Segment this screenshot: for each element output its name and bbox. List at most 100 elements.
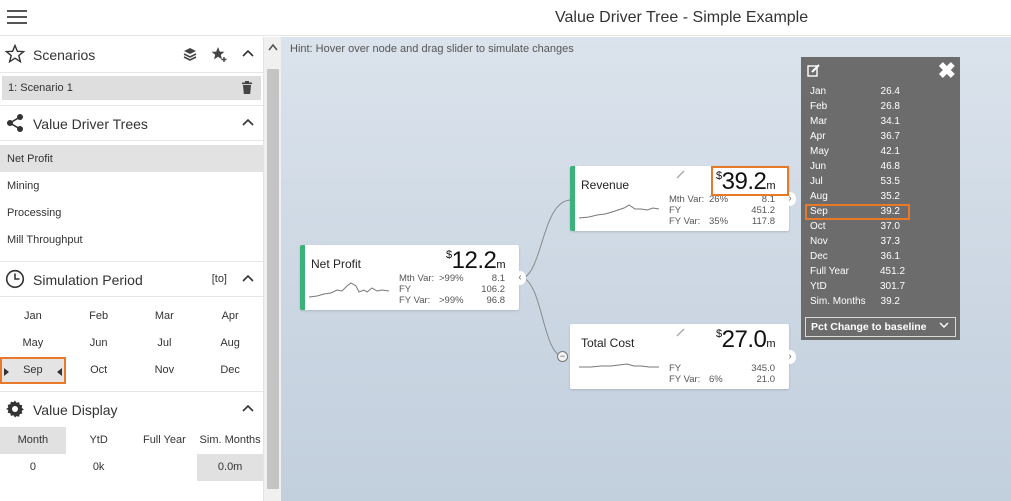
value-display-title: Value Display — [33, 402, 118, 418]
chevron-down-icon — [939, 322, 949, 328]
tree-item-net-profit[interactable]: Net Profit — [0, 145, 263, 172]
month-may[interactable]: May — [0, 330, 66, 357]
tree-item-processing[interactable]: Processing — [0, 199, 263, 226]
copy-scenarios-icon[interactable] — [181, 45, 199, 63]
collapse-trees-icon[interactable] — [241, 115, 255, 129]
star-icon — [5, 44, 25, 64]
month-aug[interactable]: Aug — [197, 330, 263, 357]
popup-row: Feb 26.8 — [810, 101, 900, 112]
popup-row: Dec 36.1 — [810, 251, 900, 262]
chevron-left-icon[interactable]: ‹ — [514, 271, 526, 285]
month-feb[interactable]: Feb — [66, 303, 132, 330]
value-display-full-year[interactable]: Full Year — [132, 427, 198, 454]
value-driver-trees-title: Value Driver Trees — [33, 116, 148, 132]
simulation-period-header: Simulation Period [to] — [0, 261, 263, 297]
stat-row: Mth Var: >99% 8.1 — [399, 273, 505, 284]
popup-row: May 42.1 — [810, 146, 900, 157]
menu-icon[interactable] — [7, 10, 27, 26]
chevron-right-icon[interactable]: › — [784, 350, 796, 364]
monthly-values-popup: ✖ Jan 26.4 Feb 26.8 Mar 34.1 Apr 36.7 May 42.… — [801, 57, 960, 340]
sparkline — [579, 363, 659, 368]
sidebar: Scenarios 1: Scenario 1 Value Driver Tre… — [0, 37, 263, 501]
simulation-period-title: Simulation Period — [33, 272, 143, 288]
scenario-label: 1: Scenario 1 — [8, 82, 73, 94]
close-icon[interactable]: ✖ — [938, 59, 956, 83]
edit-pencil-icon[interactable] — [676, 327, 686, 337]
scenario-item[interactable]: 1: Scenario 1 — [2, 76, 261, 100]
node-revenue[interactable]: Revenue $39.2m Mth Var: 26% 8.1 FY 451.2 FY… — [570, 166, 796, 231]
value-driver-trees-header: Value Driver Trees — [0, 105, 263, 141]
value-display-header: Value Display — [0, 391, 263, 427]
stat-row: FY 106.2 — [399, 284, 505, 295]
month-nov[interactable]: Nov — [132, 357, 198, 384]
sidebar-scrollbar[interactable] — [263, 37, 281, 501]
scroll-up-icon[interactable] — [268, 43, 278, 51]
node-accent-bar — [570, 324, 575, 389]
stat-row: Mth Var: 26% 8.1 — [669, 194, 775, 205]
node-title: Total Cost — [581, 336, 635, 350]
stat-row: FY 345.0 — [669, 363, 775, 374]
range-start-handle[interactable] — [4, 368, 9, 376]
sparkline — [579, 204, 659, 219]
app-header: Value Driver Tree - Simple Example — [0, 0, 1011, 36]
tree-item-mining[interactable]: Mining — [0, 172, 263, 199]
value-display-month-value: 0 — [29, 461, 36, 473]
month-jul[interactable]: Jul — [132, 330, 198, 357]
stat-row: FY Var: 35% 117.8 — [669, 216, 775, 227]
popup-row: Jul 53.5 — [810, 176, 900, 187]
popup-row: YtD 301.7 — [810, 281, 906, 292]
node-total-cost[interactable]: Total Cost $27.0m FY 345.0 FY Var: 6% 21.0 … — [570, 324, 796, 389]
value-display-ytd-value: 0k — [92, 461, 105, 473]
node-accent-bar — [570, 166, 575, 231]
popup-row: Jan 26.4 — [810, 86, 900, 97]
month-dec[interactable]: Dec — [197, 357, 263, 384]
popup-row: Apr 36.7 — [810, 131, 900, 142]
month-sep-label: Sep — [23, 364, 43, 376]
month-apr[interactable]: Apr — [197, 303, 263, 330]
tree-canvas[interactable]: Hint: Hover over node and drag slider to… — [281, 37, 1011, 501]
collapse-node-icon[interactable]: − — [557, 351, 568, 362]
node-value: $12.2m — [446, 247, 506, 274]
range-end-handle[interactable] — [56, 368, 62, 376]
scenarios-title: Scenarios — [33, 47, 96, 63]
popup-row: Oct 37.0 — [810, 221, 900, 232]
share-icon — [7, 114, 23, 132]
popup-row: Full Year 451.2 — [810, 266, 906, 277]
collapse-period-icon[interactable] — [241, 271, 255, 285]
month-jun[interactable]: Jun — [66, 330, 132, 357]
sparkline — [309, 282, 389, 298]
popup-row: Jun 46.8 — [810, 161, 900, 172]
stat-row: FY 451.2 — [669, 205, 775, 216]
node-title: Net Profit — [311, 257, 362, 271]
trash-icon[interactable] — [241, 81, 253, 94]
chevron-right-icon[interactable]: › — [784, 192, 796, 206]
page-title: Value Driver Tree - Simple Example — [555, 9, 809, 26]
stat-row: FY Var: >99% 96.8 — [399, 295, 505, 306]
collapse-scenarios-icon[interactable] — [241, 46, 255, 60]
node-net-profit[interactable]: Net Profit $12.2m Mth Var: >99% 8.1 FY 106.… — [300, 245, 526, 310]
month-jan[interactable]: Jan — [0, 303, 66, 330]
value-display-sim-months[interactable]: Sim. Months — [197, 427, 263, 454]
edit-icon[interactable] — [807, 63, 821, 77]
value-display-full-year-value — [132, 454, 198, 481]
month-sep[interactable]: Sep — [0, 357, 66, 384]
add-favorite-icon[interactable] — [210, 45, 228, 63]
to-toggle[interactable]: [to] — [212, 273, 227, 285]
month-grid: Jan Feb Mar Apr May Jun Jul Aug Sep Oct … — [0, 297, 263, 388]
collapse-value-display-icon[interactable] — [241, 401, 255, 415]
node-value: $39.2m — [716, 168, 776, 195]
scrollbar-thumb[interactable] — [267, 69, 279, 489]
month-mar[interactable]: Mar — [132, 303, 198, 330]
tree-item-mill-throughput[interactable]: Mill Throughput — [0, 226, 263, 253]
scenarios-header: Scenarios — [0, 37, 263, 73]
popup-row-selected: Sep 39.2 — [810, 206, 900, 217]
edit-pencil-icon[interactable] — [676, 169, 686, 179]
node-accent-bar — [300, 245, 305, 310]
value-display-ytd[interactable]: YtD — [66, 427, 132, 454]
node-title: Revenue — [581, 178, 630, 192]
compare-mode-dropdown[interactable]: Pct Change to baseline — [805, 317, 956, 337]
month-oct[interactable]: Oct — [66, 357, 132, 384]
node-value: $27.0m — [716, 326, 776, 353]
value-display-month[interactable]: Month — [0, 427, 66, 454]
clock-icon — [5, 269, 25, 289]
